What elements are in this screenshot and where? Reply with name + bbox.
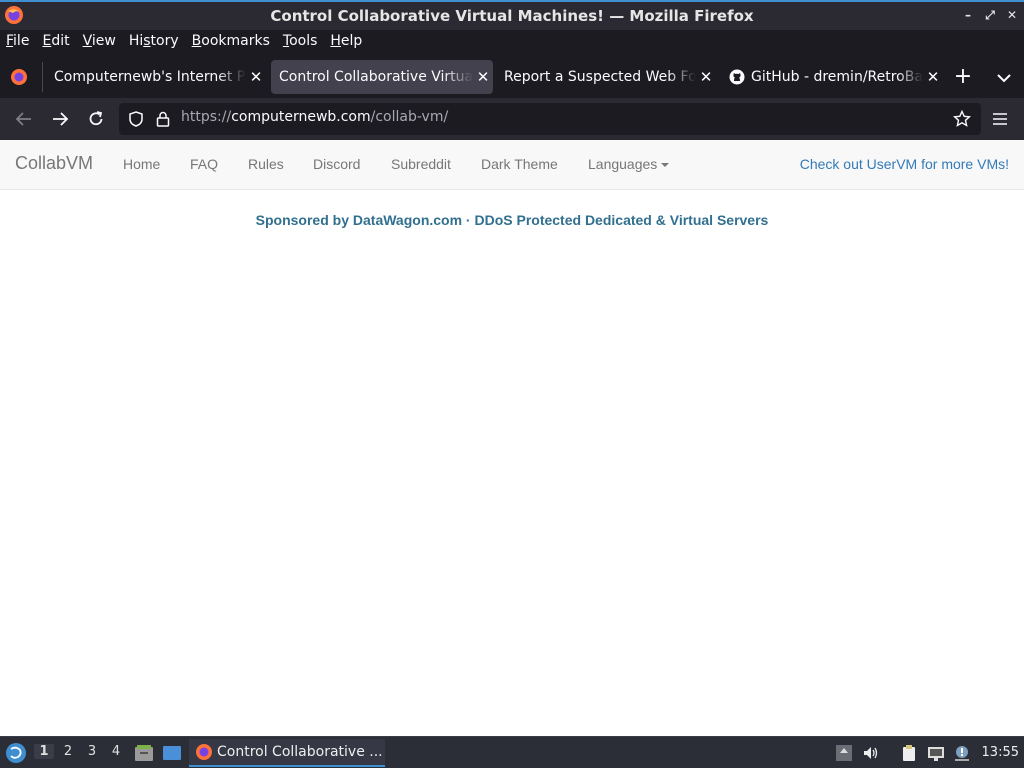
menu-edit[interactable]: Edit [42,30,69,54]
nav-rules[interactable]: Rules [248,156,284,172]
tab-close-icon[interactable]: ✕ [246,68,266,86]
menu-tools[interactable]: Tools [283,30,318,54]
url-bar[interactable]: https://computernewb.com/collab-vm/ [119,103,981,135]
menu-bar: File Edit View History Bookmarks Tools H… [0,30,1024,54]
workspace-3[interactable]: 3 [82,744,102,759]
tab-close-icon[interactable]: ✕ [696,68,716,86]
navigation-toolbar: https://computernewb.com/collab-vm/ [0,98,1024,140]
taskbar: 1 2 3 4 Control Collaborative ... 13:55 [0,736,1024,768]
volume-icon[interactable] [862,744,880,762]
nav-faq[interactable]: FAQ [190,156,218,172]
menu-file[interactable]: File [6,30,29,54]
reload-icon[interactable] [86,109,106,129]
nav-subreddit[interactable]: Subreddit [391,156,451,172]
tab-label: GitHub - dremin/RetroBar [751,69,923,85]
url-text[interactable]: https://computernewb.com/collab-vm/ [181,109,448,125]
upload-icon[interactable] [835,744,853,762]
caret-down-icon [661,163,670,168]
hamburger-menu-icon[interactable] [990,109,1010,129]
tab-computernewb[interactable]: Computernewb's Internet Pub ✕ [46,60,266,94]
taskbar-firefox-window[interactable]: Control Collaborative ... [189,739,385,767]
workspace-4[interactable]: 4 [106,744,126,759]
window-titlebar[interactable]: Control Collaborative Virtual Machines! … [0,0,1024,30]
firefox-view-icon[interactable] [10,68,28,86]
nav-dark-theme[interactable]: Dark Theme [481,156,558,172]
notification-icon[interactable] [953,744,971,762]
workspace-1[interactable]: 1 [34,744,54,759]
lock-icon[interactable] [155,110,171,128]
network-icon[interactable] [927,744,945,762]
tab-report-forgery[interactable]: Report a Suspected Web Forgery ✕ [496,60,716,94]
tracking-shield-icon[interactable] [127,110,145,128]
tab-strip: Computernewb's Internet Pub ✕ Control Co… [0,56,1024,98]
site-brand[interactable]: CollabVM [15,153,93,174]
new-tab-button[interactable]: + [952,66,974,88]
desktop-icon[interactable] [162,744,182,762]
nav-home[interactable]: Home [123,156,160,172]
clock[interactable]: 13:55 [982,745,1019,760]
tab-collabvm[interactable]: Control Collaborative Virtual Machines! … [271,60,493,94]
bookmark-star-icon[interactable] [953,110,971,128]
maximize-button[interactable]: ⤢ [982,7,998,23]
clipboard-icon[interactable] [900,744,918,762]
menu-help[interactable]: Help [330,30,362,54]
minimize-button[interactable]: – [960,7,976,23]
menu-history[interactable]: History [129,30,179,54]
tab-label: Report a Suspected Web Forgery [504,69,696,85]
sponsor-link[interactable]: Sponsored by DataWagon.com · DDoS Protec… [0,212,1024,228]
menu-view[interactable]: View [83,30,116,54]
start-menu-icon[interactable] [5,742,27,764]
nav-languages-dropdown[interactable]: Languages [588,156,670,172]
task-label: Control Collaborative ... [217,744,383,760]
tab-label: Control Collaborative Virtual Machines! [279,69,473,85]
tab-separator [42,62,43,92]
close-window-button[interactable]: ✕ [1004,7,1020,23]
nav-discord[interactable]: Discord [313,156,360,172]
tab-github-retrobar[interactable]: GitHub - dremin/RetroBar ✕ [721,60,943,94]
menu-bookmarks[interactable]: Bookmarks [192,30,270,54]
site-navbar: CollabVM Home FAQ Rules Discord Subreddi… [0,140,1024,190]
firefox-icon [196,744,212,760]
file-manager-icon[interactable] [134,744,154,762]
web-page: CollabVM Home FAQ Rules Discord Subreddi… [0,140,1024,736]
tab-label: Computernewb's Internet Pub [54,69,246,85]
tab-close-icon[interactable]: ✕ [923,68,943,86]
back-arrow-icon[interactable] [14,109,34,129]
screen: Control Collaborative Virtual Machines! … [0,0,1024,768]
chevron-down-icon[interactable] [994,70,1014,86]
tab-close-icon[interactable]: ✕ [473,68,493,86]
window-title: Control Collaborative Virtual Machines! … [270,7,754,25]
uservm-link[interactable]: Check out UserVM for more VMs! [800,156,1009,172]
github-icon [729,69,745,85]
forward-arrow-icon[interactable] [50,109,70,129]
workspace-2[interactable]: 2 [58,744,78,759]
